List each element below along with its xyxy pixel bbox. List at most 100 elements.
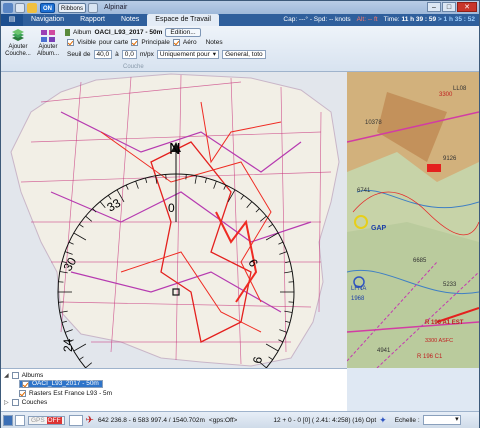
ribbon-toggle-on[interactable]: ON bbox=[40, 2, 55, 13]
layer-item-rasters[interactable]: Rasters Est France L93 - 5m bbox=[19, 389, 112, 397]
tab-rapport[interactable]: Rapport bbox=[72, 14, 113, 26]
sidebar-toggle-icon[interactable] bbox=[3, 414, 13, 426]
scale-label: Echelle : bbox=[394, 416, 420, 424]
compass-icon[interactable]: ✦ bbox=[379, 415, 387, 426]
gps-toggle[interactable]: GPS OFF bbox=[28, 415, 65, 425]
albums-label: Albums bbox=[21, 371, 44, 379]
title-bar: ON Ribbons Alpinair – □ ✕ bbox=[1, 1, 479, 14]
tab-notes[interactable]: Notes bbox=[113, 14, 147, 26]
pin-icon[interactable] bbox=[27, 2, 37, 13]
layer-item-label: OACI_L93_2017 - 50m bbox=[32, 380, 99, 387]
unit-label: m/px bbox=[139, 51, 154, 58]
status-bar: GPS OFF ✈ 642 236.8 - 6 583 997.4 / 1540… bbox=[1, 411, 479, 428]
panel-toggle-icon[interactable] bbox=[15, 414, 25, 426]
blank-field[interactable] bbox=[68, 414, 83, 426]
chart-label-5233: 5233 bbox=[443, 282, 457, 288]
compass-north-label: N bbox=[169, 141, 181, 158]
group-label: Couche bbox=[123, 64, 144, 70]
layer-item-oaci[interactable]: OACI_L93_2017 - 50m bbox=[19, 380, 103, 388]
app-window: ON Ribbons Alpinair – □ ✕ ▤ Navigation Ra… bbox=[0, 0, 480, 428]
albums-node[interactable]: ◢ Albums bbox=[4, 371, 43, 379]
window-title: Alpinair bbox=[104, 4, 128, 11]
time-label: Time: bbox=[383, 16, 400, 23]
chart-label-r196-c1: R 196 C1 bbox=[417, 354, 443, 360]
chart-label-ll08: LL08 bbox=[453, 86, 467, 92]
maximize-button[interactable]: □ bbox=[442, 2, 456, 12]
layer-checkbox[interactable] bbox=[22, 380, 29, 388]
france-map: N 33 30 24 6 9 0 bbox=[1, 72, 347, 368]
mode-value-input[interactable]: General, toto bbox=[222, 50, 266, 59]
chart-label-gap: GAP bbox=[371, 225, 387, 232]
add-album-button[interactable]: Ajouter Album... bbox=[35, 29, 61, 58]
collapse-icon[interactable]: ▷ bbox=[4, 399, 9, 406]
chart-label-3300-asfc: 3300 ASFC bbox=[425, 338, 453, 344]
chart-label-4941: 4941 bbox=[377, 348, 391, 354]
altitude: Alt: -- ft bbox=[356, 16, 378, 23]
gps-status-text: <gps:Off> bbox=[208, 416, 238, 424]
aero-chart: 3300 10378 LL08 9126 GAP LFNA 1968 6685 … bbox=[347, 72, 479, 368]
aero-label: Aéro bbox=[182, 39, 197, 46]
chart-label-3300: 3300 bbox=[439, 92, 453, 98]
album-label: Album bbox=[73, 29, 92, 36]
couches-checkbox[interactable] bbox=[11, 398, 19, 406]
cap-speed: Cap: ---° - Spd: -- knots bbox=[283, 16, 351, 23]
principale-label: Principale bbox=[141, 39, 170, 46]
zoom-info: 12 + 0 - 0 [0] ( 2.41: 4:258) (16) Opt bbox=[273, 416, 377, 424]
couches-node[interactable]: ▷ Couches bbox=[4, 398, 47, 406]
compass-label-24: 24 bbox=[61, 338, 75, 352]
compass-label-0: 0 bbox=[168, 201, 175, 215]
seuil-input[interactable]: 40,0 bbox=[93, 50, 113, 59]
mode-select[interactable]: Uniquement pour ▾ bbox=[156, 50, 220, 59]
top-status: Cap: ---° - Spd: -- knots Alt: -- ft Tim… bbox=[283, 14, 475, 26]
close-button[interactable]: ✕ bbox=[457, 2, 477, 12]
chart-label-r196-a1: R 196 A1 EST bbox=[425, 320, 464, 326]
edit-button[interactable]: Edition... bbox=[165, 28, 201, 37]
visible-label: Visible bbox=[77, 39, 97, 46]
add-album-label: Ajouter Album... bbox=[36, 44, 59, 57]
lock-icon bbox=[65, 29, 70, 36]
time-remaining: > 1 h 35 : 52 bbox=[437, 16, 475, 23]
ribbon-panel: Ajouter Couche... Ajouter Album... Album… bbox=[1, 26, 479, 72]
tab-espace-de-travail[interactable]: Espace de Travail bbox=[147, 14, 219, 26]
app-menu-button[interactable]: ▤ bbox=[1, 14, 23, 26]
app-icon bbox=[3, 2, 13, 13]
visible-checkbox[interactable] bbox=[67, 39, 74, 46]
map-view[interactable]: N 33 30 24 6 9 0 bbox=[1, 72, 347, 368]
seuil-label: Seuil de bbox=[67, 51, 91, 58]
aero-checkbox[interactable] bbox=[172, 39, 180, 46]
add-layer-label: Ajouter Couche... bbox=[5, 44, 31, 57]
minimize-button[interactable]: – bbox=[427, 2, 441, 12]
chart-label-6685: 6685 bbox=[413, 258, 427, 264]
coordinates-readout: 642 236.8 - 6 583 997.4 / 1540.702m bbox=[97, 416, 205, 424]
expand-icon[interactable]: ◢ bbox=[4, 372, 9, 379]
notes-label[interactable]: Notes bbox=[206, 39, 223, 46]
plane-icon[interactable]: ✈ bbox=[86, 415, 94, 426]
undo-icon[interactable] bbox=[15, 2, 25, 13]
chart-label-6741: 6741 bbox=[357, 188, 371, 194]
albums-checkbox[interactable] bbox=[11, 371, 19, 379]
chart-label-1968: 1968 bbox=[351, 296, 365, 302]
layer-checkbox[interactable] bbox=[19, 389, 26, 397]
layers-icon bbox=[10, 29, 26, 43]
chart-label-10378: 10378 bbox=[365, 120, 382, 126]
ribbon-tabs: ▤ Navigation Rapport Notes Espace de Travai… bbox=[1, 14, 479, 26]
principale-checkbox[interactable] bbox=[131, 39, 139, 46]
add-layer-button[interactable]: Ajouter Couche... bbox=[5, 29, 31, 58]
layer-item-label: Rasters Est France L93 - 5m bbox=[29, 389, 113, 397]
album-icon bbox=[40, 29, 56, 43]
aero-chart-view[interactable]: 3300 10378 LL08 9126 GAP LFNA 1968 6685 … bbox=[347, 72, 479, 368]
layers-panel: ◢ Albums OACI_L93_2017 - 50m Rasters Est… bbox=[1, 368, 347, 411]
scale-select[interactable] bbox=[422, 415, 461, 425]
help-icon[interactable] bbox=[88, 2, 99, 13]
album-name: OACI_L93_2017 - 50m bbox=[94, 29, 163, 36]
time-value: 11 h 39 : 59 bbox=[401, 16, 437, 23]
ribbons-button[interactable]: Ribbons bbox=[58, 2, 87, 13]
tab-navigation[interactable]: Navigation bbox=[23, 14, 72, 26]
chart-label-lfna: LFNA bbox=[351, 286, 366, 292]
pour-carte-label: pour carte bbox=[99, 39, 129, 46]
a-input[interactable]: 0,0 bbox=[121, 50, 137, 59]
chart-label-9126: 9126 bbox=[443, 156, 457, 162]
couches-label: Couches bbox=[21, 398, 48, 406]
a-label: à bbox=[115, 51, 119, 58]
chevron-down-icon: ▾ bbox=[212, 51, 217, 58]
